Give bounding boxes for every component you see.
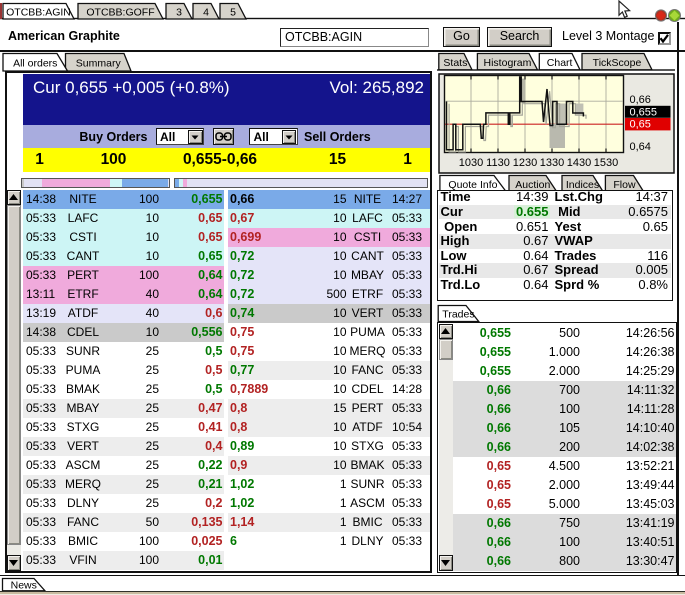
svg-text:1430: 1430: [567, 157, 591, 169]
svg-text:1530: 1530: [594, 157, 618, 169]
svg-text:5: 5: [230, 7, 236, 19]
svg-text:1330: 1330: [540, 157, 564, 169]
svg-text:0,66: 0,66: [630, 94, 651, 106]
svg-text:Stats: Stats: [443, 57, 467, 69]
svg-text:0,65: 0,65: [630, 119, 651, 131]
svg-text:1230: 1230: [513, 157, 537, 169]
svg-text:1030: 1030: [459, 157, 483, 169]
svg-text:3: 3: [176, 7, 182, 19]
svg-text:All orders: All orders: [13, 58, 57, 70]
svg-text:Summary: Summary: [76, 58, 122, 70]
svg-text:Chart: Chart: [547, 57, 573, 69]
svg-text:1130: 1130: [486, 157, 510, 169]
svg-text:Histogram: Histogram: [484, 57, 532, 69]
svg-text:0,655: 0,655: [630, 107, 658, 119]
svg-text:Trades: Trades: [442, 309, 474, 321]
svg-text:News: News: [11, 580, 37, 592]
svg-text:4: 4: [203, 7, 209, 19]
svg-text:0,64: 0,64: [630, 141, 651, 153]
svg-text:OTCBB:AGIN: OTCBB:AGIN: [6, 7, 71, 19]
svg-text:OTCBB:GOFF: OTCBB:GOFF: [86, 7, 154, 19]
svg-text:TickScope: TickScope: [593, 57, 642, 69]
